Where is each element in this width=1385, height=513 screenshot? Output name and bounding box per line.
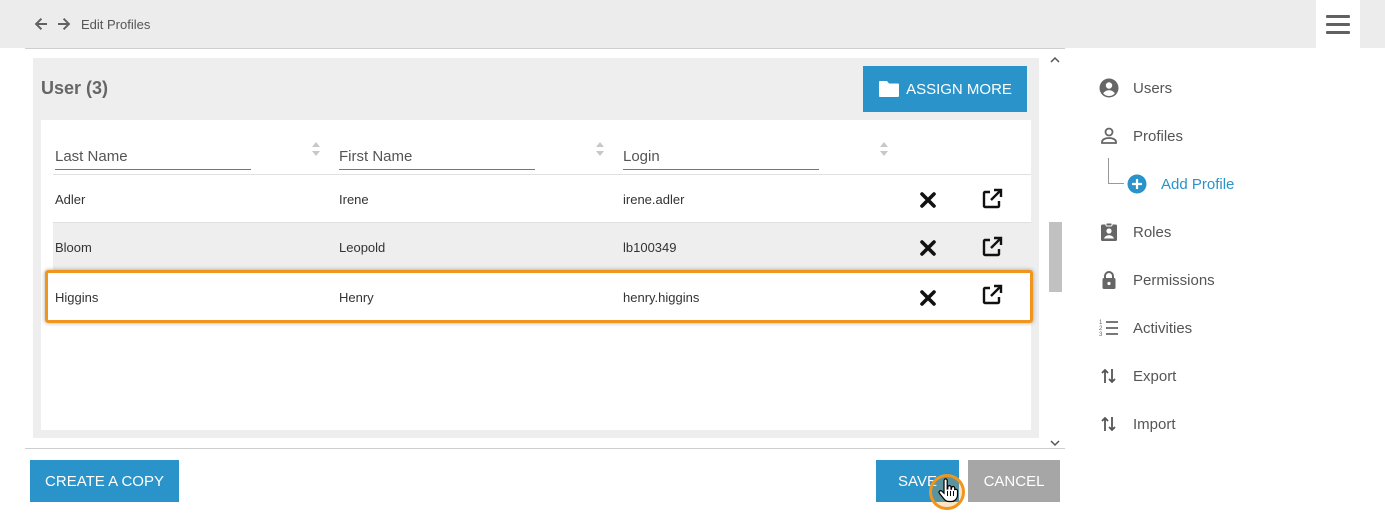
first-name-cell: Leopold xyxy=(339,240,386,255)
add-circle-icon xyxy=(1127,174,1147,194)
login-cell: henry.higgins xyxy=(623,290,700,305)
sidebar-item-roles[interactable]: Roles xyxy=(1099,219,1171,245)
remove-icon[interactable] xyxy=(919,191,937,209)
sidebar-item-label: Import xyxy=(1133,415,1176,433)
swap-vertical-icon xyxy=(1099,414,1119,434)
open-external-icon[interactable] xyxy=(980,235,1004,259)
sort-icon[interactable] xyxy=(595,140,605,158)
sidebar-item-label: Roles xyxy=(1133,223,1172,241)
svg-text:3: 3 xyxy=(1099,332,1103,338)
panel-title: User (3) xyxy=(41,78,109,98)
assign-more-button[interactable]: ASSIGN MORE xyxy=(863,66,1027,112)
top-bar: Edit Profiles xyxy=(0,0,1385,48)
login-cell: lb100349 xyxy=(623,240,677,255)
cancel-button[interactable]: CANCEL xyxy=(968,460,1060,502)
page-title: Edit Profiles xyxy=(81,17,151,32)
footer-divider xyxy=(25,448,1065,449)
menu-button[interactable] xyxy=(1316,0,1360,48)
assign-more-label: ASSIGN MORE xyxy=(906,80,1012,98)
create-copy-button[interactable]: CREATE A COPY xyxy=(30,460,179,502)
save-button[interactable]: SAVE xyxy=(876,460,959,502)
sort-icon[interactable] xyxy=(879,140,889,158)
column-header-login[interactable]: Login xyxy=(623,148,819,170)
sidebar-item-label: Profiles xyxy=(1133,127,1184,145)
sort-icon[interactable] xyxy=(311,140,321,158)
sidebar-item-users[interactable]: Users xyxy=(1099,75,1172,101)
column-header-first-name[interactable]: First Name xyxy=(339,148,535,170)
sidebar-item-profiles[interactable]: Profiles xyxy=(1099,123,1183,149)
hamburger-icon xyxy=(1326,12,1350,36)
scroll-up-icon[interactable] xyxy=(1050,52,1060,63)
last-name-cell: Bloom xyxy=(55,240,92,255)
scroll-down-icon[interactable] xyxy=(1050,435,1060,447)
sidebar-item-add-profile[interactable]: Add Profile xyxy=(1127,171,1234,197)
table-row: Adler Irene irene.adler xyxy=(53,175,1031,223)
last-name-cell: Higgins xyxy=(55,290,99,305)
clipboard-account-icon xyxy=(1099,222,1119,242)
column-header-last-name[interactable]: Last Name xyxy=(55,148,251,170)
sidebar-item-label: Export xyxy=(1133,367,1177,385)
first-name-cell: Henry xyxy=(339,290,374,305)
sidebar-item-label: Permissions xyxy=(1133,271,1215,289)
back-arrow-icon[interactable] xyxy=(33,16,49,32)
account-circle-icon xyxy=(1099,78,1119,98)
sidebar-item-label: Users xyxy=(1133,79,1173,97)
sidebar-item-label: Activities xyxy=(1133,319,1193,337)
sidebar-item-activities[interactable]: 123 Activities xyxy=(1099,315,1192,341)
open-external-icon[interactable] xyxy=(980,187,1004,211)
table-row: Bloom Leopold lb100349 xyxy=(53,223,1031,271)
scrollbar-thumb[interactable] xyxy=(1049,222,1062,292)
open-external-icon[interactable] xyxy=(980,283,1004,307)
remove-icon[interactable] xyxy=(919,239,937,257)
users-table: Last Name First Name Login Adler Irene i… xyxy=(41,120,1031,430)
login-cell: irene.adler xyxy=(623,192,685,207)
forward-arrow-icon[interactable] xyxy=(56,16,72,32)
user-panel: User (3) ASSIGN MORE Last Name First Nam… xyxy=(33,58,1039,438)
swap-vertical-icon xyxy=(1099,366,1119,386)
sidebar-item-label: Add Profile xyxy=(1161,175,1235,193)
numbered-list-icon: 123 xyxy=(1099,318,1119,338)
lock-icon xyxy=(1099,270,1119,290)
sidebar-item-export[interactable]: Export xyxy=(1099,363,1176,389)
remove-icon[interactable] xyxy=(919,289,937,307)
sidebar-item-permissions[interactable]: Permissions xyxy=(1099,267,1215,293)
first-name-cell: Irene xyxy=(339,192,369,207)
table-row: Higgins Henry henry.higgins xyxy=(53,271,1031,323)
last-name-cell: Adler xyxy=(55,192,86,207)
tree-connector xyxy=(1108,158,1124,184)
person-outline-icon xyxy=(1099,126,1119,146)
folder-icon xyxy=(878,80,900,98)
sidebar-item-import[interactable]: Import xyxy=(1099,411,1176,437)
